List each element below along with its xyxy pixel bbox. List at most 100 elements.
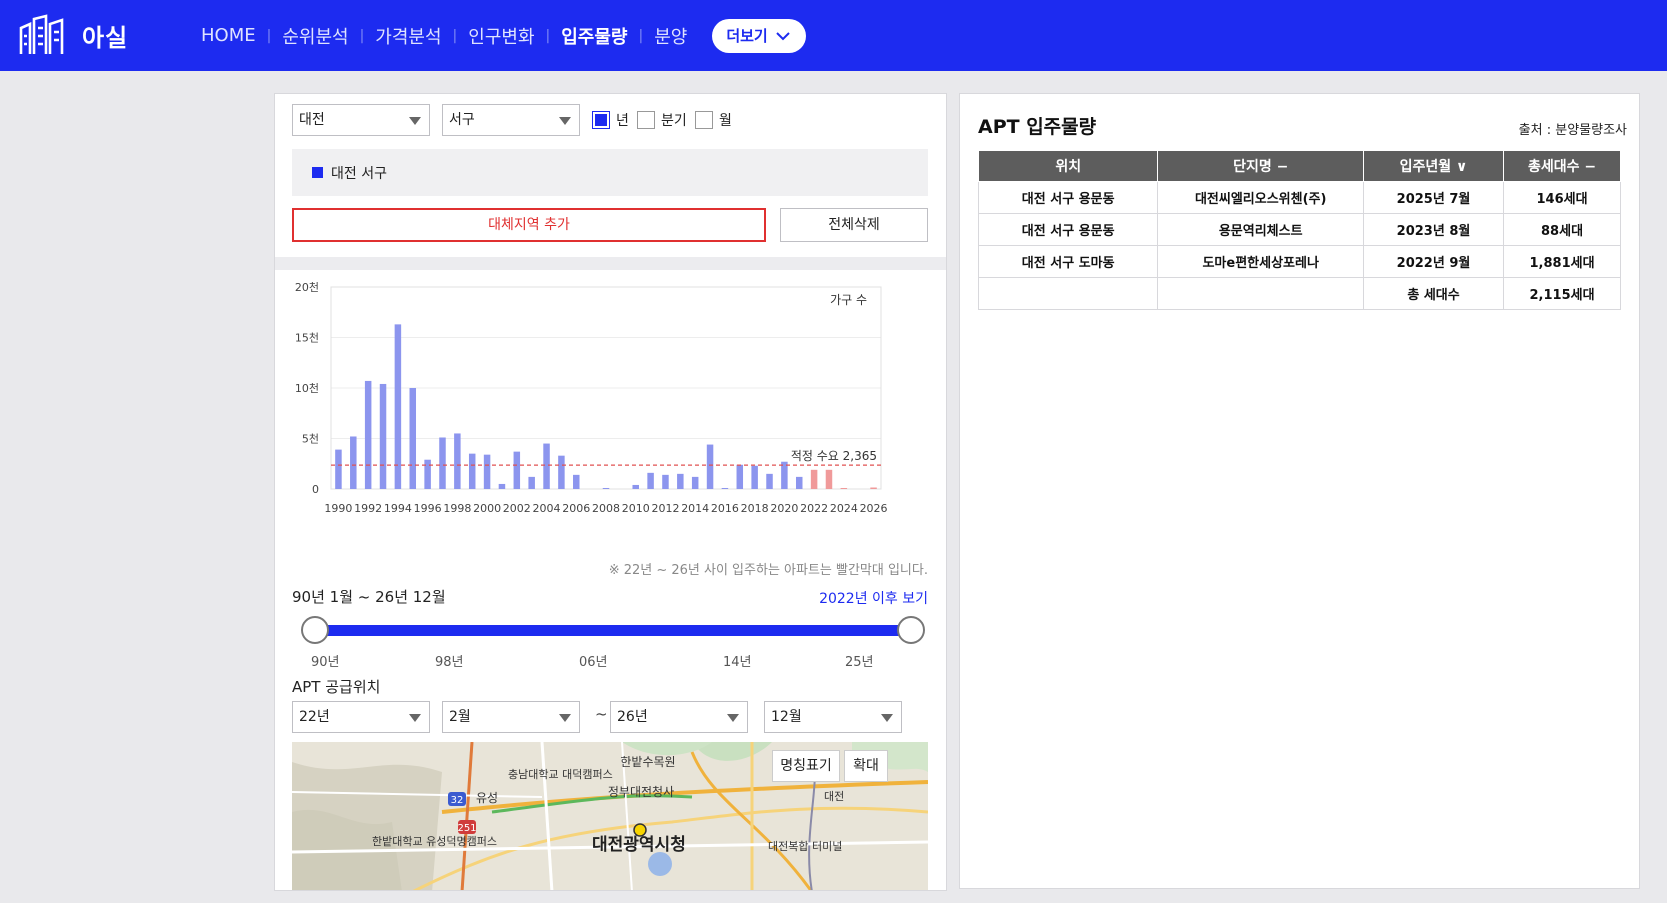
supply-location-map[interactable]: 32 251 한밭수목원 충남대학교 대덕캠퍼스 유성 정부대전청사 대전광역시…: [292, 742, 928, 890]
column-header-location[interactable]: 위치: [977, 150, 1159, 182]
map-zoom-button[interactable]: 확대: [844, 750, 888, 782]
bar-1990[interactable]: [335, 449, 342, 489]
x-tick-label: 2018: [741, 502, 769, 515]
bar-2012[interactable]: [662, 474, 669, 489]
nav-presale[interactable]: 분양: [643, 23, 698, 49]
table-row[interactable]: 대전 서구 용문동 대전씨엘리오스위첸(주) 2025년 7월 146세대: [977, 181, 1621, 214]
supply-chart-panel: 대전 서구 년 분기 월 대전 서구 대체지역 추가 전체삭제 0 5천 10천 15…: [274, 93, 947, 891]
bar-2000[interactable]: [483, 454, 491, 489]
delete-all-button[interactable]: 전체삭제: [780, 208, 928, 242]
chart-legend-label: 가구 수: [830, 293, 867, 307]
range-tilde: ~: [595, 705, 608, 723]
bar-2023[interactable]: [825, 469, 833, 489]
bar-2004[interactable]: [543, 443, 550, 489]
bar-1991[interactable]: [350, 436, 357, 489]
buildings-logo-icon: [19, 14, 64, 54]
logo[interactable]: 아실: [18, 14, 128, 56]
bar-2013[interactable]: [677, 473, 684, 489]
y-tick-label: 20천: [295, 280, 319, 294]
map-label: 한밭대학교 유성덕명캠퍼스: [372, 835, 497, 848]
add-alternative-region-button[interactable]: 대체지역 추가: [292, 208, 766, 242]
bar-2003[interactable]: [528, 476, 535, 489]
map-name-toggle-button[interactable]: 명칭표기: [772, 750, 840, 782]
from-month-select[interactable]: 2월: [442, 701, 580, 733]
chart-note: ※ 22년 ~ 26년 사이 입주하는 아파트는 빨간막대 입니다.: [608, 563, 928, 578]
bar-2019[interactable]: [766, 473, 773, 489]
nav-ranking[interactable]: 순위분석: [271, 23, 359, 49]
bar-2021[interactable]: [795, 476, 803, 489]
nav-home[interactable]: HOME: [190, 25, 267, 46]
district-select[interactable]: 서구: [442, 104, 580, 136]
from-year-select[interactable]: 22년: [292, 701, 430, 733]
y-tick-label: 15천: [295, 331, 319, 345]
bar-2010[interactable]: [632, 484, 639, 489]
table-row[interactable]: 대전 서구 용문동 용문역리체스트 2023년 8월 88세대: [977, 213, 1621, 246]
to-month-select[interactable]: 12월: [764, 701, 902, 733]
bar-2024[interactable]: [840, 487, 848, 489]
bar-2016[interactable]: [721, 487, 729, 489]
bar-1993[interactable]: [379, 383, 387, 489]
bar-2026[interactable]: [870, 487, 877, 489]
table-row[interactable]: 대전 서구 도마동 도마e편한세상포레나 2022년 9월 1,881세대: [977, 245, 1621, 278]
view-after-2022-link[interactable]: 2022년 이후 보기: [819, 588, 928, 608]
period-year-checkbox[interactable]: 년: [592, 110, 629, 130]
bar-2008[interactable]: [602, 487, 610, 489]
from-month-value: 2월: [449, 709, 471, 725]
nav-move-in-supply[interactable]: 입주물량: [550, 23, 638, 49]
nav-price[interactable]: 가격분석: [364, 23, 452, 49]
bar-1992[interactable]: [364, 380, 372, 489]
bar-2002[interactable]: [513, 451, 521, 489]
column-header-complex-name[interactable]: 단지명 −: [1157, 150, 1364, 182]
bar-2014[interactable]: [691, 476, 699, 489]
bar-2018[interactable]: [751, 465, 758, 489]
to-month-value: 12월: [771, 709, 802, 725]
date-range-slider-track[interactable]: [315, 625, 911, 636]
column-header-move-in-date[interactable]: 입주년월 ∨: [1362, 150, 1505, 182]
more-button-label: 더보기: [726, 27, 768, 45]
period-quarter-checkbox[interactable]: 분기: [637, 110, 687, 130]
dropdown-arrow-icon: [559, 117, 571, 125]
x-tick-label: 2024: [830, 502, 858, 515]
bar-2011[interactable]: [647, 472, 654, 489]
bar-1994[interactable]: [394, 324, 402, 489]
bar-2022[interactable]: [810, 469, 818, 489]
chevron-down-icon: [776, 31, 790, 40]
selected-region-label[interactable]: 대전 서구: [331, 163, 387, 183]
checkbox-unchecked-icon: [637, 111, 655, 129]
x-tick-label: 2010: [622, 502, 650, 515]
bar-2020[interactable]: [781, 461, 788, 489]
x-tick-label: 1996: [414, 502, 442, 515]
table-total-row: 총 세대수 2,115세대: [977, 277, 1621, 310]
total-value: 2,115세대: [1503, 277, 1621, 310]
bar-2017[interactable]: [736, 464, 744, 489]
map-label: 대전광역시청: [592, 834, 686, 855]
x-tick-label: 1992: [354, 502, 382, 515]
cell-location: 대전 서구 용문동: [977, 213, 1159, 246]
bar-1997[interactable]: [439, 437, 446, 489]
x-tick-label: 2008: [592, 502, 620, 515]
city-select[interactable]: 대전: [292, 104, 430, 136]
bar-2001[interactable]: [498, 483, 506, 489]
more-button[interactable]: 더보기: [712, 18, 806, 53]
nav-population[interactable]: 인구변화: [457, 23, 545, 49]
dropdown-arrow-icon: [727, 714, 739, 722]
slider-end-handle[interactable]: [897, 616, 925, 644]
bar-1996[interactable]: [424, 459, 431, 489]
bar-1998[interactable]: [454, 433, 461, 489]
bar-2015[interactable]: [706, 444, 714, 489]
to-year-select[interactable]: 26년: [610, 701, 748, 733]
bar-1999[interactable]: [468, 453, 476, 489]
bar-2005[interactable]: [558, 455, 565, 489]
map-label: 대전: [824, 790, 844, 803]
column-header-total-units[interactable]: 총세대수 −: [1503, 150, 1621, 182]
top-nav-bar: 아실 HOME | 순위분석 | 가격분석 | 인구변화 | 입주물량 | 분양…: [0, 0, 1667, 71]
period-month-checkbox[interactable]: 월: [695, 110, 732, 130]
map-label: 정부대전청사: [608, 785, 674, 799]
slider-start-handle[interactable]: [301, 616, 329, 644]
bar-2006[interactable]: [573, 474, 580, 489]
bar-1995[interactable]: [409, 388, 417, 489]
to-year-value: 26년: [617, 709, 648, 725]
date-range-label: 90년 1월 ~ 26년 12월: [292, 588, 446, 606]
supply-table-panel: APT 입주물량 출처 : 분양물량조사 위치 단지명 − 입주년월 ∨ 총세대…: [959, 93, 1640, 889]
x-tick-label: 2004: [533, 502, 561, 515]
